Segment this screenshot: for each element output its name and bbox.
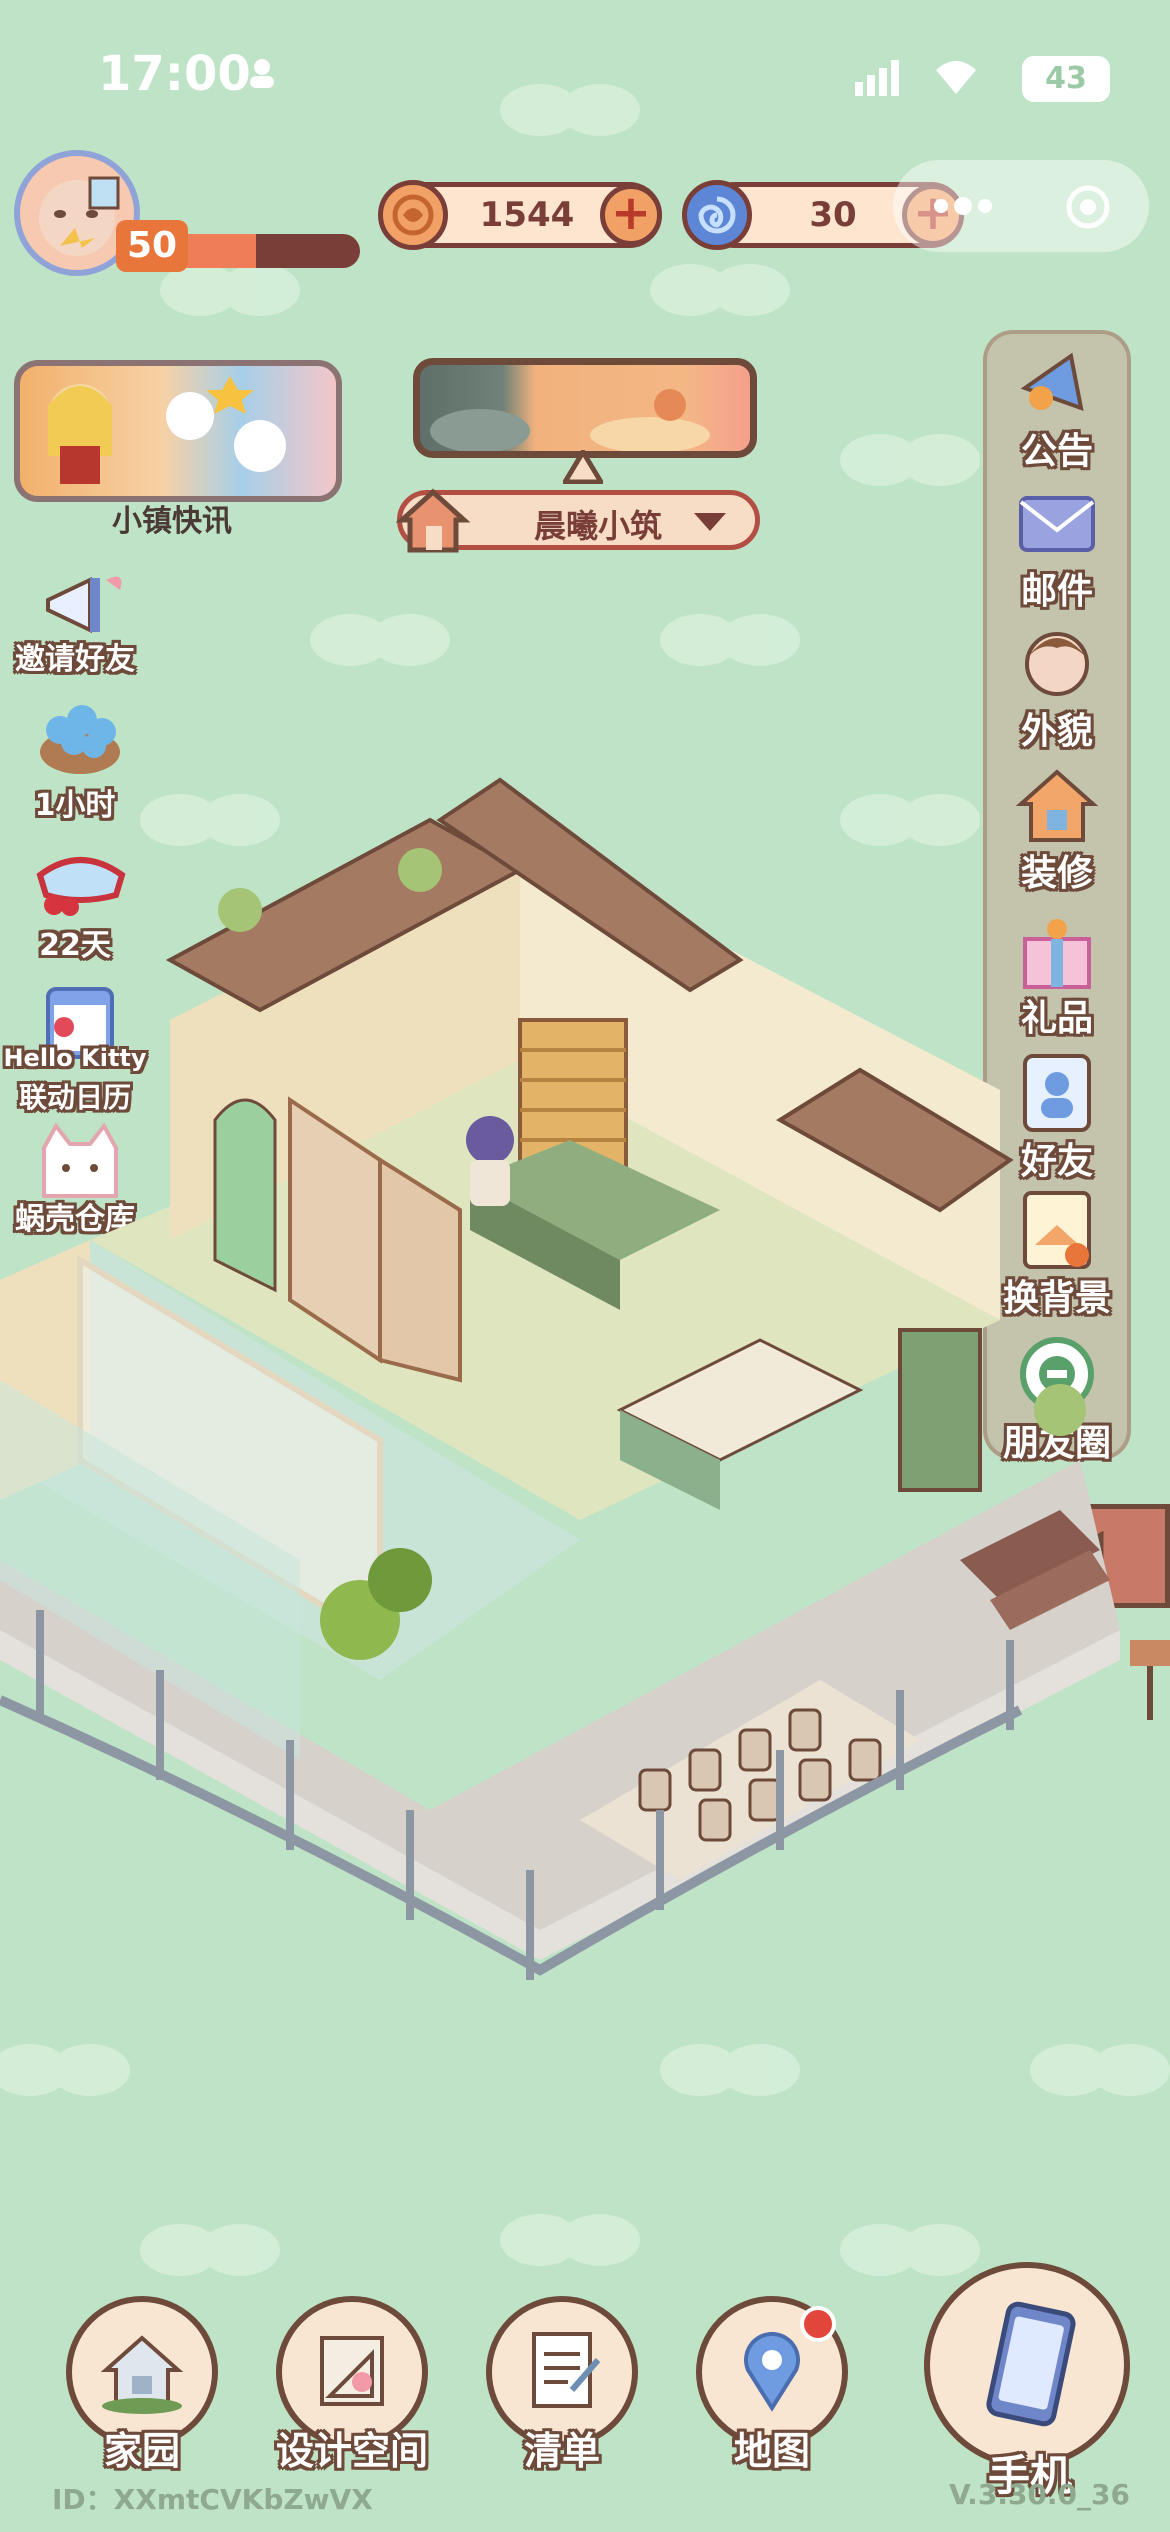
close-miniprogram-icon[interactable] [1065, 184, 1111, 234]
house-icon [395, 486, 471, 556]
more-dots-icon[interactable] [933, 196, 993, 220]
status-time: 17:00 [98, 46, 251, 102]
right-menu-label: 外貌 [1020, 711, 1093, 752]
time-of-day-panel[interactable] [413, 358, 757, 458]
player-id: ID：XXmtCVKbZwVX [52, 2483, 373, 2516]
home-room-scene[interactable] [0, 760, 1170, 2180]
phone-icon [958, 2294, 1098, 2438]
right-menu-label: 邮件 [1020, 571, 1093, 612]
coin-icon [378, 180, 448, 250]
bottom-nav-label: 设计空间 [275, 2429, 428, 2473]
experience-bar [170, 234, 360, 268]
add-coins-button[interactable]: + [600, 184, 662, 246]
appearance-icon [1011, 618, 1103, 706]
left-menu-label: 邀请好友 [15, 642, 135, 677]
chevron-down-icon [692, 511, 728, 537]
mail-icon [1011, 478, 1103, 566]
town-news-banner[interactable] [14, 360, 342, 502]
person-icon [248, 58, 276, 88]
time-marker-icon [560, 447, 606, 488]
right-menu-item[interactable]: 公告 [983, 338, 1131, 474]
bottom-nav-label: 家园 [103, 2429, 180, 2473]
bottom-nav-label: 地图 [733, 2429, 810, 2473]
right-menu-item[interactable]: 外貌 [983, 618, 1131, 754]
announcement-icon [1011, 338, 1103, 426]
player-level-badge: 50 [116, 220, 188, 272]
phone-button[interactable] [924, 2262, 1130, 2468]
gem-swirl-icon [682, 180, 752, 250]
battery-indicator: 43 [1022, 56, 1110, 102]
right-menu-item[interactable]: 邮件 [983, 478, 1131, 614]
news-illustration [48, 376, 286, 484]
notification-dot [800, 2306, 836, 2342]
design-icon [302, 2320, 402, 2424]
mini-program-capsule [893, 160, 1149, 252]
wifi-icon [932, 58, 980, 100]
house-name: 晨曦小筑 [533, 507, 662, 545]
signal-icon [855, 60, 901, 100]
right-menu-label: 公告 [1020, 431, 1093, 472]
sunset-cloud-icon [430, 389, 710, 451]
bottom-nav-label: 清单 [523, 2429, 600, 2473]
list-icon [512, 2320, 612, 2424]
town-news-label: 小镇快讯 [112, 504, 232, 539]
home-icon [92, 2320, 192, 2424]
version-label: V.3.30.0_36 [949, 2478, 1130, 2511]
